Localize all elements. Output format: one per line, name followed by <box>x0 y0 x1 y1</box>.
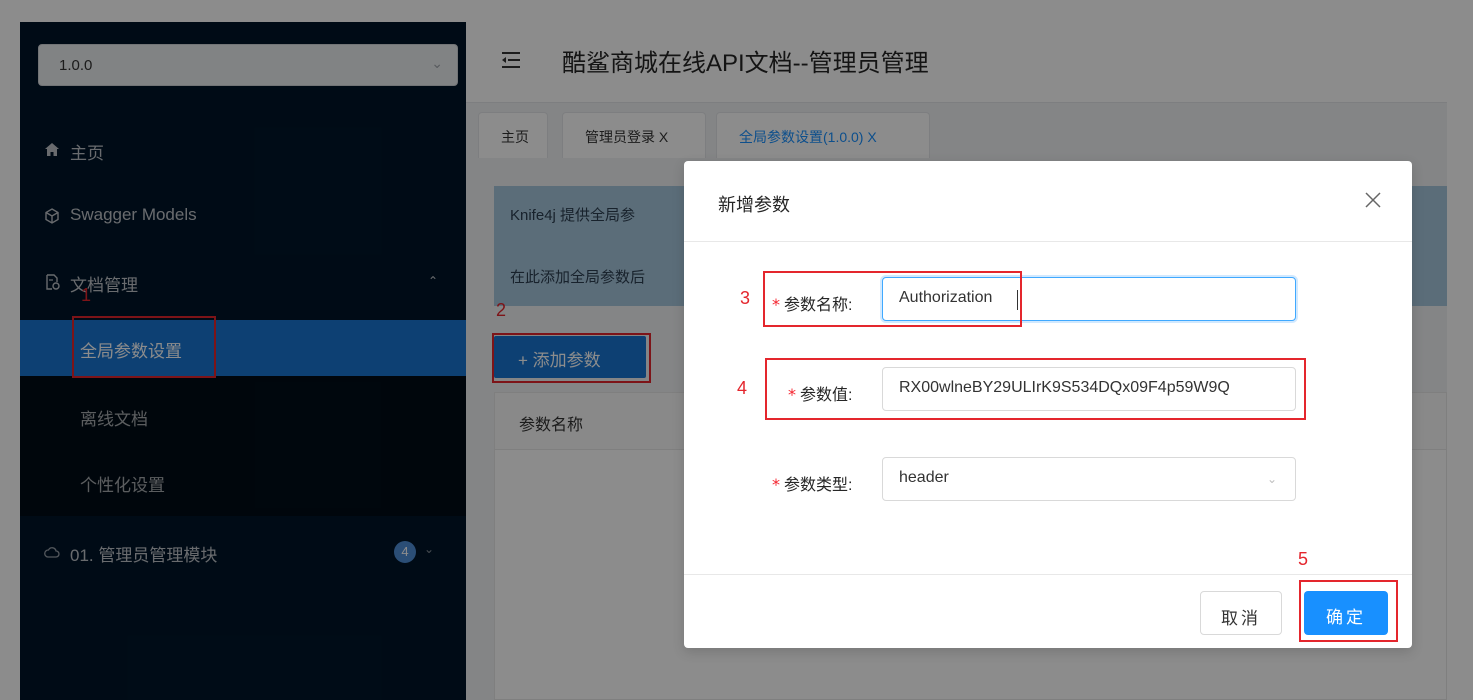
param-type-label: * 参数类型: <box>772 471 852 495</box>
annotation-number: 4 <box>737 378 748 398</box>
annotation-box-4 <box>765 358 1306 420</box>
param-type-select[interactable]: header ⌄ <box>882 457 1296 501</box>
cancel-label: 取消 <box>1221 609 1261 628</box>
dialog-header: 新增参数 <box>684 161 1412 242</box>
select-value: header <box>899 469 949 486</box>
chevron-down-icon: ⌄ <box>1266 472 1277 486</box>
dialog-title: 新增参数 <box>718 195 790 215</box>
annotation-box-3 <box>763 271 1022 327</box>
annotation-box-5 <box>1299 580 1398 642</box>
close-icon[interactable] <box>1364 191 1382 209</box>
annotation-number: 3 <box>740 288 751 308</box>
label-text: 参数类型: <box>784 477 853 494</box>
cancel-button[interactable]: 取消 <box>1200 591 1282 635</box>
annotation-number: 5 <box>1298 549 1309 569</box>
required-mark: * <box>772 475 780 494</box>
